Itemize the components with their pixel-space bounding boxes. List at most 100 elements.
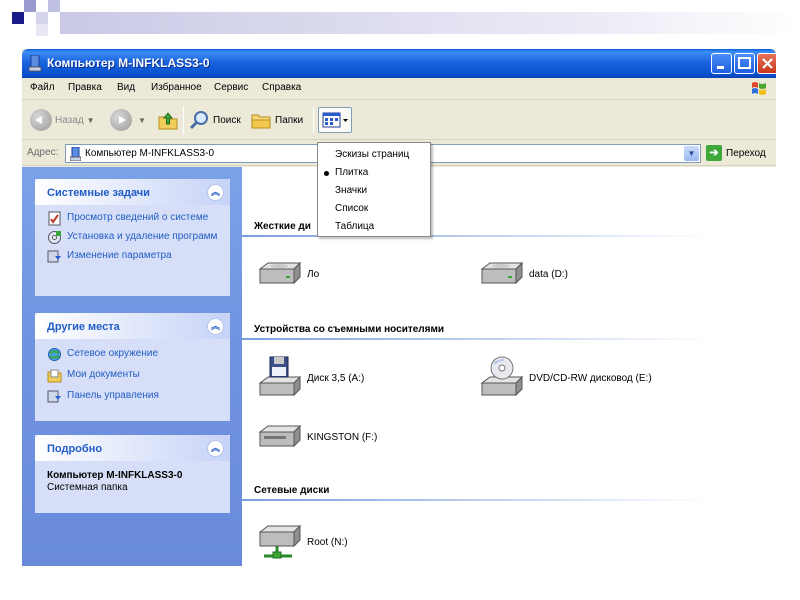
windows-logo-icon (752, 82, 766, 95)
search-label: Поиск (213, 114, 241, 126)
decoration-square (36, 24, 48, 36)
view-option-icons[interactable]: Значки (335, 185, 367, 196)
computer-icon (28, 55, 42, 72)
drive-local[interactable]: Ло (256, 259, 319, 289)
views-button[interactable] (318, 107, 352, 133)
go-arrow-icon: ➔ (706, 145, 722, 161)
back-arrow-icon (30, 109, 52, 131)
menu-tools[interactable]: Сервис (214, 82, 248, 93)
view-option-list[interactable]: Список (335, 203, 368, 214)
panel-header[interactable]: Системные задачи ︽ (35, 179, 230, 205)
decoration-square (48, 0, 60, 12)
back-button[interactable]: Назад ▼ (30, 108, 95, 132)
drive-label: Ло (307, 268, 320, 280)
slide-decoration (0, 0, 800, 40)
window-title: Компьютер M-INFKLASS3-0 (47, 56, 210, 70)
toolbar-separator (183, 106, 184, 134)
forward-arrow-icon (110, 109, 132, 131)
menu-edit[interactable]: Правка (68, 82, 102, 93)
view-option-thumbnails[interactable]: Эскизы страниц (335, 149, 409, 160)
views-dropdown-menu: Эскизы страниц Плитка Значки Список Табл… (317, 142, 431, 237)
view-option-details[interactable]: Таблица (335, 221, 374, 232)
section-divider (242, 235, 712, 237)
menu-help[interactable]: Справка (262, 82, 301, 93)
selected-bullet-icon (324, 171, 329, 176)
panel-header[interactable]: Подробно ︽ (35, 435, 230, 461)
up-folder-icon (158, 112, 178, 130)
decoration-square (36, 12, 48, 24)
address-value: Компьютер M-INFKLASS3-0 (85, 148, 214, 159)
hard-drive-icon (480, 261, 524, 285)
back-label: Назад (55, 114, 84, 126)
menu-file[interactable]: Файл (30, 82, 55, 93)
drive-root-n[interactable]: Root (N:) (256, 522, 348, 562)
collapse-icon[interactable]: ︽ (207, 440, 224, 457)
drive-label: DVD/CD-RW дисковод (E:) (529, 372, 652, 384)
minimize-button[interactable] (711, 53, 732, 74)
up-folder-button[interactable] (157, 108, 179, 132)
place-label: Панель управления (67, 390, 159, 401)
explorer-window: Компьютер M-INFKLASS3-0 Файл Правка Вид … (22, 49, 776, 566)
folders-label: Папки (275, 114, 304, 126)
drive-dvd-e[interactable]: DVD/CD-RW дисковод (E:) (478, 355, 652, 401)
go-button[interactable]: ➔ Переход (706, 145, 766, 161)
drive-label: Root (N:) (307, 536, 348, 548)
task-view-system-info[interactable]: Просмотр сведений о системе (47, 211, 224, 226)
computer-icon (70, 147, 81, 161)
place-my-documents[interactable]: Мои документы (47, 368, 224, 383)
collapse-icon[interactable]: ︽ (207, 318, 224, 335)
go-label: Переход (726, 147, 766, 159)
my-documents-icon (47, 369, 62, 383)
details-panel: Подробно ︽ Компьютер M-INFKLASS3-0 Систе… (35, 435, 230, 513)
chevron-down-icon[interactable]: ▼ (684, 146, 699, 161)
menu-bar: Файл Правка Вид Избранное Сервис Справка (22, 78, 776, 100)
panel-title: Системные задачи (47, 187, 150, 199)
panel-title: Подробно (47, 443, 103, 455)
control-panel-icon (47, 250, 61, 263)
section-divider (242, 338, 712, 340)
drive-kingston-f[interactable]: KINGSTON (F:) (256, 422, 377, 452)
decoration-square (12, 12, 24, 24)
other-places-panel: Другие места ︽ Сетевое окружение Мои док… (35, 313, 230, 421)
close-icon (762, 58, 773, 69)
folders-button[interactable]: Папки (250, 108, 303, 132)
control-panel-icon (47, 390, 61, 403)
maximize-button[interactable] (734, 53, 755, 74)
drive-data-d[interactable]: data (D:) (478, 259, 568, 289)
section-hard-disks-title: Жесткие ди (254, 221, 311, 232)
section-removable-title: Устройства со съемными носителями (254, 324, 445, 335)
toolbar: Назад ▼ ▼ Поиск Папки (22, 100, 776, 140)
view-option-tiles[interactable]: Плитка (335, 167, 368, 178)
panel-header[interactable]: Другие места ︽ (35, 313, 230, 339)
section-network-title: Сетевые диски (254, 485, 330, 496)
collapse-icon[interactable]: ︽ (207, 184, 224, 201)
dvd-drive-icon (480, 356, 524, 397)
toolbar-separator (313, 106, 314, 134)
search-button[interactable]: Поиск (189, 108, 241, 132)
section-divider (242, 499, 712, 501)
title-bar[interactable]: Компьютер M-INFKLASS3-0 (22, 49, 776, 78)
floppy-drive-icon (258, 356, 302, 397)
task-add-remove-programs[interactable]: Установка и удаление программ (47, 230, 224, 244)
chevron-down-icon: ▼ (86, 115, 95, 125)
system-info-icon (48, 211, 61, 226)
minimize-icon (717, 66, 724, 69)
drive-label: Диск 3,5 (A:) (307, 372, 365, 384)
chevron-down-icon: ▼ (138, 115, 146, 125)
decoration-square (24, 0, 36, 12)
menu-view[interactable]: Вид (117, 82, 135, 93)
drive-floppy-a[interactable]: Диск 3,5 (A:) (256, 355, 364, 401)
menu-favorites[interactable]: Избранное (151, 82, 202, 93)
hard-drive-icon (258, 261, 302, 285)
place-network[interactable]: Сетевое окружение (47, 347, 224, 361)
views-icon (322, 112, 348, 128)
forward-button[interactable]: ▼ (110, 108, 146, 132)
task-change-setting[interactable]: Изменение параметра (47, 249, 224, 263)
search-icon (189, 111, 208, 130)
network-drive-icon (258, 524, 302, 559)
place-control-panel[interactable]: Панель управления (47, 389, 224, 403)
close-button[interactable] (757, 53, 776, 74)
task-label: Изменение параметра (67, 250, 172, 261)
drive-label: data (D:) (529, 268, 568, 280)
detail-type: Системная папка (47, 482, 128, 493)
